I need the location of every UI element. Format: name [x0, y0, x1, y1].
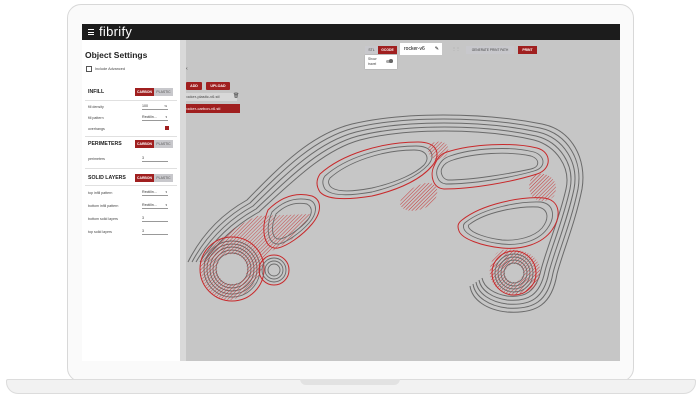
section-header-solid-layers: SOLID LAYERS — [88, 175, 126, 181]
hamburger-menu-icon[interactable] — [88, 29, 94, 35]
overhangs-label: overhangs — [88, 127, 105, 131]
divider — [85, 185, 177, 186]
trash-icon[interactable]: 🗑 — [233, 93, 239, 99]
include-advanced-label: Include Advanced — [95, 67, 125, 71]
section-header-perimeters: PERIMETERS — [88, 141, 122, 147]
right-boss-hole — [505, 264, 523, 282]
file-format-toggle: STL GCODE — [365, 46, 397, 54]
show-travel-popover: Show travel — [365, 55, 397, 69]
fill-pattern-select[interactable]: Rectilin... ▾ — [142, 115, 168, 121]
file-item-selected[interactable]: rocker-carbon-v6.stl — [183, 104, 240, 113]
panel-title: Object Settings — [85, 50, 148, 60]
solid-plastic-button[interactable]: PLASTIC — [154, 174, 173, 182]
bottom-solid-layers-input[interactable]: 3 — [142, 216, 168, 222]
app-logo: fibrify — [99, 24, 133, 39]
top-solid-layers-label: top solid layers — [88, 230, 112, 234]
app-screen: fibrify STL GCODE Show travel rocker-v6 … — [82, 24, 620, 361]
collapse-sidebar-icon[interactable]: ‹ — [186, 66, 188, 72]
add-button[interactable]: ADD — [186, 82, 202, 90]
file-item-name: rocker-carbon-v6.stl — [185, 106, 221, 111]
checkbox-icon[interactable] — [86, 66, 92, 72]
fill-pattern-label: fill pattern — [88, 116, 104, 120]
overhangs-checkbox[interactable] — [165, 126, 169, 130]
generate-print-path-button[interactable]: GENERATE PRINT PATH — [466, 46, 514, 54]
top-infill-pattern-value: Rectilin... — [142, 190, 157, 194]
solid-carbon-button[interactable]: CARBON — [135, 174, 154, 182]
perimeters-label: perimeters — [88, 157, 105, 161]
object-settings-panel: Object Settings Include Advanced INFILL … — [82, 40, 186, 361]
pocket-lower-right — [457, 197, 559, 249]
chevron-down-icon: ▾ — [165, 190, 167, 194]
infill-hatch-mid — [400, 182, 438, 211]
print-button[interactable]: PRINT — [518, 46, 537, 54]
bottom-solid-layers-label: bottom solid layers — [88, 217, 118, 221]
pencil-icon[interactable]: ✎ — [435, 43, 439, 55]
bottom-infill-pattern-select[interactable]: Rectilin... ▾ — [142, 203, 168, 209]
infill-plastic-button[interactable]: PLASTIC — [154, 88, 173, 96]
fill-density-input[interactable]: 100 % — [142, 104, 168, 110]
fill-pattern-value: Rectilin... — [142, 115, 157, 119]
section-header-infill: INFILL — [88, 89, 105, 95]
divider — [85, 136, 177, 137]
chevron-down-icon: ▾ — [165, 115, 167, 119]
divider — [85, 100, 177, 101]
separator-icon: ⋮⋮ — [452, 46, 460, 51]
perimeters-plastic-button[interactable]: PLASTIC — [154, 140, 173, 148]
fill-density-value: 100 — [142, 104, 148, 108]
laptop-notch — [300, 379, 400, 385]
bottom-infill-pattern-label: bottom infill pattern — [88, 204, 119, 208]
file-item[interactable]: rocker-plastic-v6.stl — [183, 93, 237, 101]
gcode-toggle[interactable]: GCODE — [378, 46, 397, 54]
percent-unit: % — [164, 104, 167, 108]
perimeters-value: 3 — [142, 156, 144, 160]
chevron-down-icon: ▾ — [165, 203, 167, 207]
infill-carbon-button[interactable]: CARBON — [135, 88, 154, 96]
top-infill-pattern-label: top infill pattern — [88, 191, 113, 195]
upload-button[interactable]: UPLOAD — [206, 82, 230, 90]
show-travel-toggle[interactable] — [386, 59, 393, 63]
infill-hatch-left — [200, 214, 312, 300]
divider — [85, 168, 177, 169]
top-solid-layers-value: 3 — [142, 229, 144, 233]
perimeters-carbon-button[interactable]: CARBON — [135, 140, 154, 148]
show-travel-label: Show travel — [368, 57, 377, 66]
infill-hatch-top — [428, 141, 449, 160]
app-bar: fibrify — [82, 24, 620, 40]
fill-density-label: fill density — [88, 105, 104, 109]
filename-text: rocker-v6 — [404, 46, 425, 52]
bottom-infill-pattern-value: Rectilin... — [142, 203, 157, 207]
top-infill-pattern-select[interactable]: Rectilin... ▾ — [142, 190, 168, 196]
filename-field[interactable]: rocker-v6 ✎ — [400, 43, 442, 55]
stl-toggle[interactable]: STL — [365, 46, 378, 54]
include-advanced-option[interactable]: Include Advanced — [86, 66, 125, 72]
perimeters-input[interactable]: 3 — [142, 156, 168, 162]
toggle-knob-icon — [389, 59, 393, 63]
top-solid-layers-input[interactable]: 3 — [142, 229, 168, 235]
file-item-name: rocker-plastic-v6.stl — [185, 94, 220, 99]
bottom-solid-layers-value: 3 — [142, 216, 144, 220]
left-boss-hole — [217, 254, 247, 284]
infill-hatch-right — [529, 173, 557, 201]
